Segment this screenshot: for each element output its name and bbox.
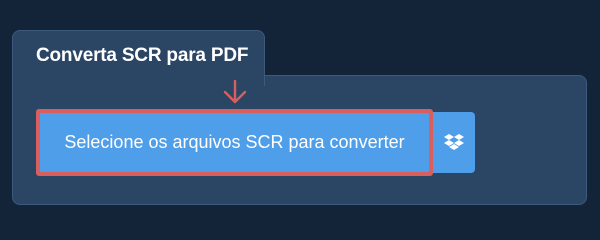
dropbox-icon <box>443 134 464 150</box>
dropbox-button[interactable] <box>432 112 475 173</box>
tab-title: Converta SCR para PDF <box>36 45 249 66</box>
arrow-down-icon <box>223 80 247 104</box>
converter-tab: Converta SCR para PDF <box>12 30 265 86</box>
select-files-label: Selecione os arquivos SCR para converter <box>64 132 405 152</box>
select-files-button[interactable]: Selecione os arquivos SCR para converter <box>36 109 433 176</box>
